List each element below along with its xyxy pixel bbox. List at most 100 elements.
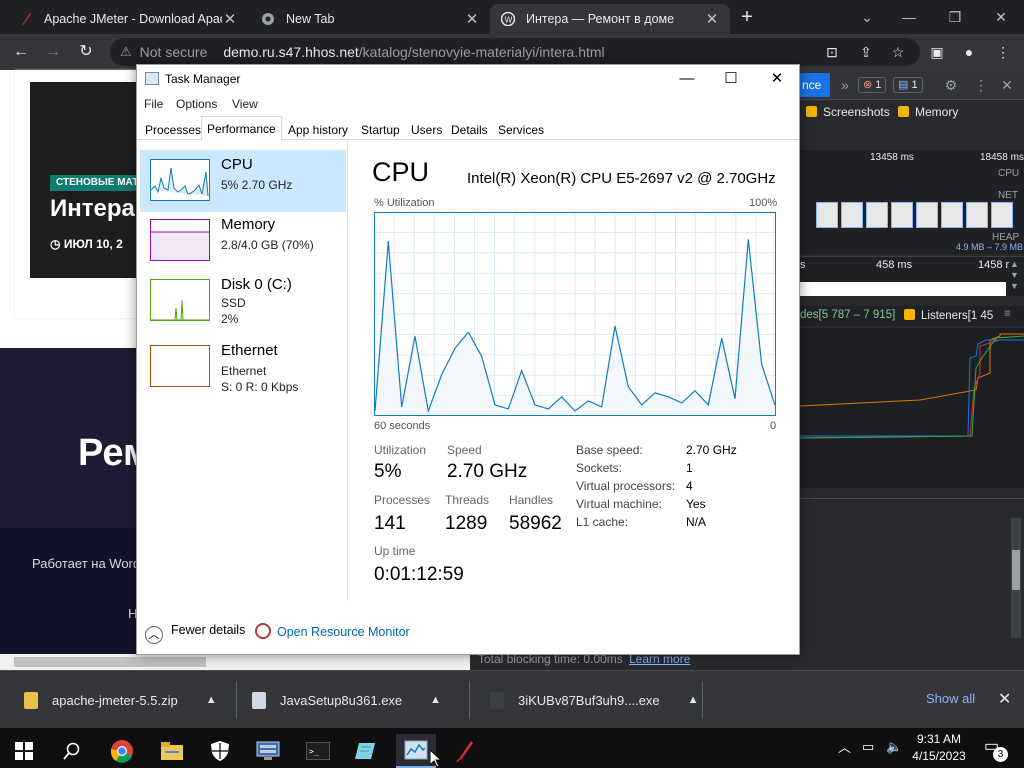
- tab-app-history[interactable]: App history: [284, 119, 352, 140]
- threads-value: 1289: [445, 513, 488, 534]
- resource-detail: Ethernet: [221, 364, 267, 378]
- scrollbar-thumb[interactable]: [1012, 550, 1020, 590]
- tab-close-icon[interactable]: ✕: [704, 10, 720, 28]
- flame-chart-track[interactable]: [800, 282, 1006, 296]
- message-count-badge[interactable]: ▤ 1: [893, 77, 923, 93]
- more-tabs-icon[interactable]: »: [836, 75, 854, 95]
- profile-icon[interactable]: ●: [959, 42, 979, 62]
- tab-users[interactable]: Users: [407, 119, 446, 140]
- chevron-up-icon[interactable]: ︿: [838, 737, 851, 756]
- tab-intera[interactable]: W Интера — Ремонт в доме ✕: [490, 4, 730, 34]
- scrollbar-thumb[interactable]: [14, 657, 206, 667]
- resource-memory[interactable]: Memory 2.8/4.0 GB (70%): [141, 211, 345, 271]
- tab-performance[interactable]: Performance: [201, 116, 282, 141]
- resource-detail: 5% 2.70 GHz: [221, 178, 293, 192]
- menu-kebab-icon[interactable]: ⋮: [993, 42, 1013, 62]
- fewer-details-button[interactable]: ︿ Fewer details: [145, 623, 245, 644]
- footer-credit: Работает на Word: [32, 556, 141, 571]
- restore-icon[interactable]: ❐: [944, 6, 966, 28]
- tab-new-tab[interactable]: New Tab ✕: [250, 4, 490, 34]
- system-clock[interactable]: 9:31 AM 4/15/2023: [910, 731, 968, 765]
- feather-icon: [18, 11, 34, 27]
- tab-performance[interactable]: nce: [800, 73, 830, 97]
- tab-processes[interactable]: Processes: [141, 119, 205, 140]
- show-all-button[interactable]: Show all: [926, 691, 975, 706]
- listeners-checkbox[interactable]: Listeners[1 45: [904, 309, 993, 322]
- minimize-icon[interactable]: —: [673, 69, 701, 89]
- tab-jmeter[interactable]: Apache JMeter - Download Apac ✕: [8, 4, 248, 34]
- chevron-up-icon[interactable]: ▲: [688, 694, 699, 706]
- minimize-icon[interactable]: —: [898, 6, 920, 28]
- download-item[interactable]: apache-jmeter-5.5.zip ▲: [0, 671, 236, 729]
- timeline-overview[interactable]: 13458 ms 18458 ms CPU NET HEAP 4.9 MB – …: [800, 150, 1024, 254]
- resource-ethernet[interactable]: Ethernet Ethernet S: 0 R: 0 Kbps: [141, 337, 345, 397]
- back-arrow-icon[interactable]: ←: [10, 42, 32, 62]
- network-icon[interactable]: ▭: [862, 739, 874, 755]
- new-tab-button[interactable]: +: [736, 6, 758, 28]
- screenshots-checkbox[interactable]: Screenshots: [806, 105, 890, 119]
- menu-lines-icon[interactable]: ≡: [1004, 308, 1011, 320]
- chevron-up-icon[interactable]: ▲: [430, 694, 441, 706]
- menu-options[interactable]: Options: [176, 97, 217, 111]
- tab-startup[interactable]: Startup: [357, 119, 404, 140]
- gear-icon[interactable]: ⚙: [942, 75, 960, 95]
- chevron-up-icon[interactable]: ▲: [206, 694, 217, 706]
- file-explorer-icon[interactable]: [152, 734, 192, 768]
- terminal-icon[interactable]: >_: [298, 734, 338, 768]
- notepad-icon[interactable]: [346, 734, 386, 768]
- windows-start-icon[interactable]: [4, 734, 44, 768]
- screenshot-strip[interactable]: [816, 202, 1020, 230]
- title-bar[interactable]: Task Manager — ☐ ✕: [137, 65, 799, 93]
- memory-graph[interactable]: [799, 328, 1024, 488]
- resource-name: CPU: [221, 156, 253, 173]
- warning-icon: ⚠: [120, 44, 132, 59]
- error-count-badge[interactable]: ⊗ 1: [858, 77, 887, 93]
- time-marker: 18458 ms: [980, 152, 1024, 163]
- download-item[interactable]: 3iKUBv87Buf3uh9....exe ▲: [466, 671, 704, 729]
- cpu-utilization-graph: [374, 212, 776, 416]
- search-icon[interactable]: [52, 734, 92, 768]
- security-shield-icon[interactable]: [200, 734, 240, 768]
- tab-close-icon[interactable]: ✕: [464, 10, 480, 28]
- bookmark-star-icon[interactable]: ☆: [888, 42, 908, 62]
- detail-key: Base speed:: [576, 443, 643, 457]
- close-icon[interactable]: ✕: [763, 69, 791, 89]
- listeners-counter: Listeners[1 45: [921, 310, 994, 322]
- nodes-counter[interactable]: des[5 787 – 7 915]: [800, 309, 895, 321]
- side-panel-icon[interactable]: ▣: [927, 42, 947, 62]
- resource-list: CPU 5% 2.70 GHz Memory 2.8/4.0 GB (70%) …: [137, 141, 347, 601]
- jmeter-feather-icon[interactable]: [444, 734, 484, 768]
- menu-file[interactable]: File: [144, 97, 163, 111]
- menu-kebab-icon[interactable]: ⋮: [972, 75, 990, 95]
- download-item[interactable]: JavaSetup8u361.exe ▲: [228, 671, 468, 729]
- post-title[interactable]: Интера: [50, 195, 135, 223]
- chevron-down-icon[interactable]: ⌄: [856, 6, 878, 28]
- close-icon[interactable]: ✕: [990, 6, 1012, 28]
- address-bar[interactable]: ⚠ Not secure demo.ru.s47.hhos.net /katal…: [110, 38, 920, 66]
- tab-services[interactable]: Services: [494, 119, 548, 140]
- server-manager-icon[interactable]: [248, 734, 288, 768]
- tab-details[interactable]: Details: [447, 119, 492, 140]
- translate-icon[interactable]: ⊡: [822, 42, 842, 62]
- tab-close-icon[interactable]: ✕: [222, 10, 238, 28]
- volume-icon[interactable]: 🔈: [886, 739, 902, 755]
- close-icon[interactable]: ✕: [998, 689, 1011, 709]
- scroll-arrows-icon[interactable]: ▲ ▼ ▼: [1010, 259, 1019, 292]
- stat-label: Speed: [447, 443, 482, 457]
- resource-cpu[interactable]: CPU 5% 2.70 GHz: [140, 150, 346, 212]
- forward-arrow-icon[interactable]: →: [42, 42, 64, 62]
- close-icon[interactable]: ✕: [998, 75, 1016, 95]
- notification-count-badge: 3: [993, 747, 1008, 762]
- post-date: ◷ ИЮЛ 10, 2: [50, 237, 123, 251]
- open-resource-monitor-link[interactable]: Open Resource Monitor: [255, 623, 410, 639]
- maximize-icon[interactable]: ☐: [717, 69, 745, 89]
- menu-view[interactable]: View: [232, 97, 258, 111]
- horizontal-scrollbar[interactable]: [0, 654, 470, 670]
- category-badge[interactable]: СТЕНОВЫЕ МАТ: [50, 175, 145, 191]
- resource-disk[interactable]: Disk 0 (C:) SSD 2%: [141, 271, 345, 331]
- memory-checkbox[interactable]: Memory: [898, 105, 958, 119]
- share-icon[interactable]: ⇪: [856, 42, 876, 62]
- chrome-icon[interactable]: [102, 734, 142, 768]
- reload-icon[interactable]: ↻: [75, 42, 97, 62]
- pane-divider[interactable]: [347, 141, 348, 601]
